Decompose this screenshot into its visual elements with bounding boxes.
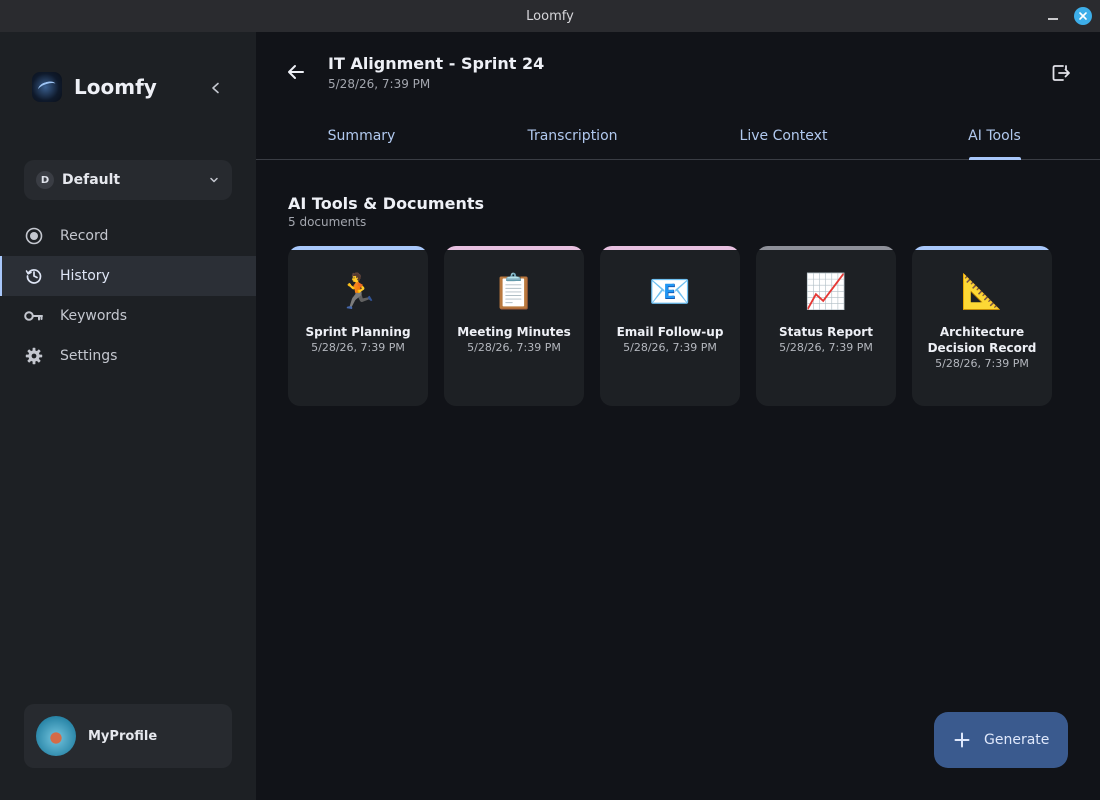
triangular-ruler-icon: 📐 xyxy=(960,272,1004,312)
document-card[interactable]: 📧 Email Follow-up 5/28/26, 7:39 PM xyxy=(600,246,740,406)
sidebar-item-label: Keywords xyxy=(60,308,128,324)
page-subtitle-date: 5/28/26, 7:39 PM xyxy=(328,77,431,91)
sidebar-item-label: Settings xyxy=(60,348,118,364)
card-date: 5/28/26, 7:39 PM xyxy=(311,341,405,354)
workspace-label: Default xyxy=(62,172,121,188)
chart-increasing-icon: 📈 xyxy=(804,272,848,312)
main-content: IT Alignment - Sprint 24 5/28/26, 7:39 P… xyxy=(256,32,1100,800)
profile-name: MyProfile xyxy=(88,728,158,744)
export-button[interactable] xyxy=(1050,62,1072,84)
gear-icon xyxy=(24,346,44,366)
card-accent-bar xyxy=(756,246,896,250)
card-accent-bar xyxy=(600,246,740,250)
sidebar-item-keywords[interactable]: Keywords xyxy=(0,296,256,336)
sidebar: Loomfy D Default Record History Keywords… xyxy=(0,32,256,800)
avatar xyxy=(36,716,76,756)
profile-card[interactable]: MyProfile xyxy=(24,704,232,768)
sidebar-item-record[interactable]: Record xyxy=(0,216,256,256)
card-title: Meeting Minutes xyxy=(457,325,571,339)
workspace-badge: D xyxy=(36,171,54,189)
card-accent-bar xyxy=(912,246,1052,250)
minimize-icon xyxy=(1048,18,1058,20)
card-accent-bar xyxy=(444,246,584,250)
clipboard-icon: 📋 xyxy=(492,272,536,312)
window-titlebar: Loomfy xyxy=(0,0,1100,32)
card-accent-bar xyxy=(288,246,428,250)
close-button[interactable] xyxy=(1074,7,1092,25)
tab-summary[interactable]: Summary xyxy=(256,112,467,159)
document-card[interactable]: 📈 Status Report 5/28/26, 7:39 PM xyxy=(756,246,896,406)
email-icon: 📧 xyxy=(648,272,692,312)
card-title: Sprint Planning xyxy=(305,325,411,339)
minimize-button[interactable] xyxy=(1046,9,1060,23)
card-date: 5/28/26, 7:39 PM xyxy=(467,341,561,354)
document-card[interactable]: 🏃 Sprint Planning 5/28/26, 7:39 PM xyxy=(288,246,428,406)
tab-bar: Summary Transcription Live Context AI To… xyxy=(256,112,1100,160)
running-person-icon: 🏃 xyxy=(336,272,380,312)
sidebar-item-settings[interactable]: Settings xyxy=(0,336,256,376)
collapse-sidebar-button[interactable] xyxy=(206,78,226,98)
sidebar-item-label: History xyxy=(60,268,110,284)
app-logo xyxy=(32,72,62,102)
export-icon xyxy=(1052,65,1070,81)
sidebar-item-label: Record xyxy=(60,228,109,244)
section-title: AI Tools & Documents xyxy=(288,194,485,213)
history-icon xyxy=(24,266,44,286)
close-icon xyxy=(1079,12,1087,20)
card-date: 5/28/26, 7:39 PM xyxy=(935,357,1029,370)
card-title: Email Follow-up xyxy=(616,325,724,339)
document-card[interactable]: 📋 Meeting Minutes 5/28/26, 7:39 PM xyxy=(444,246,584,406)
card-date: 5/28/26, 7:39 PM xyxy=(623,341,717,354)
window-title: Loomfy xyxy=(526,8,574,24)
generate-button-label: Generate xyxy=(984,732,1050,748)
key-icon xyxy=(24,306,44,326)
plus-icon xyxy=(954,732,970,748)
tab-live-context[interactable]: Live Context xyxy=(678,112,889,159)
workspace-selector[interactable]: D Default xyxy=(24,160,232,200)
tab-transcription[interactable]: Transcription xyxy=(467,112,678,159)
page-title: IT Alignment - Sprint 24 xyxy=(328,54,545,73)
sidebar-nav: Record History Keywords Settings xyxy=(0,216,256,376)
card-title: Architecture Decision Record xyxy=(927,325,1037,355)
brand: Loomfy xyxy=(32,72,157,102)
chevron-left-icon xyxy=(212,82,219,94)
section-subtitle: 5 documents xyxy=(288,215,367,229)
brand-name: Loomfy xyxy=(74,75,157,99)
tab-ai-tools[interactable]: AI Tools xyxy=(889,112,1100,159)
record-icon xyxy=(24,226,44,246)
document-card[interactable]: 📐 Architecture Decision Record 5/28/26, … xyxy=(912,246,1052,406)
sidebar-item-history[interactable]: History xyxy=(0,256,256,296)
document-cards: 🏃 Sprint Planning 5/28/26, 7:39 PM 📋 Mee… xyxy=(288,246,1052,406)
back-button[interactable] xyxy=(286,62,306,82)
arrow-left-icon xyxy=(288,65,304,79)
generate-button[interactable]: Generate xyxy=(934,712,1068,768)
chevron-down-icon xyxy=(208,174,220,186)
card-title: Status Report xyxy=(779,325,873,339)
card-date: 5/28/26, 7:39 PM xyxy=(779,341,873,354)
